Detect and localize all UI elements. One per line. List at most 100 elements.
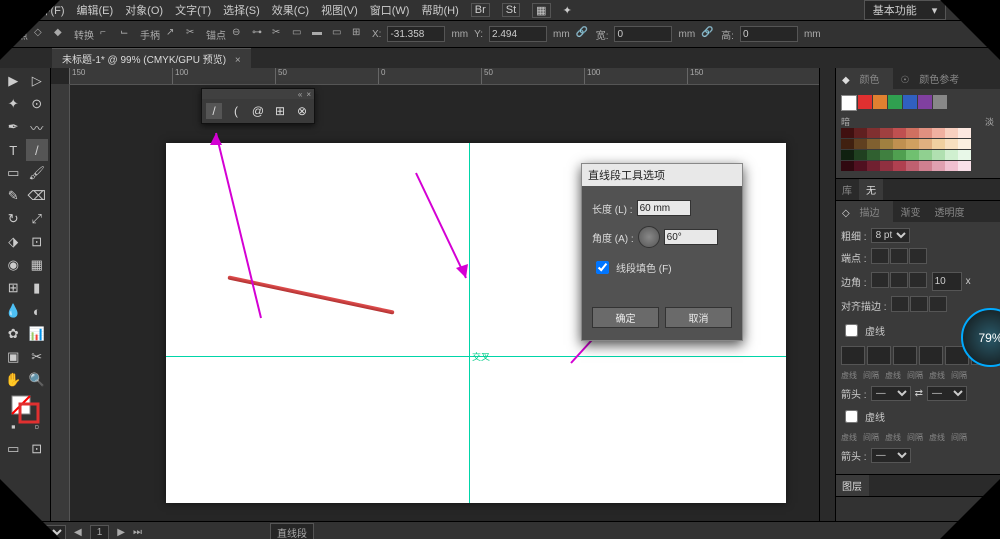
swatch[interactable]	[933, 95, 947, 109]
cap-round[interactable]	[890, 248, 908, 264]
artboard-tool[interactable]: ▣	[2, 346, 25, 368]
menu-effect[interactable]: 效果(C)	[272, 2, 309, 18]
gap-input[interactable]	[867, 346, 891, 365]
perspective-tool[interactable]: ▦	[26, 254, 49, 276]
swatch[interactable]	[858, 95, 872, 109]
ref-point-icon[interactable]: ⊞	[352, 27, 366, 41]
toolbar-icon[interactable]: ✦	[563, 4, 572, 17]
weight-select[interactable]: 8 pt	[871, 228, 910, 243]
cancel-button[interactable]: 取消	[665, 307, 732, 328]
menu-object[interactable]: 对象(O)	[125, 2, 163, 18]
mesh-tool[interactable]: ⊞	[2, 277, 25, 299]
remove-anchor-icon[interactable]: ⊖	[232, 27, 246, 41]
menu-window[interactable]: 窗口(W)	[370, 2, 410, 18]
align-center[interactable]	[891, 296, 909, 312]
handle-icon[interactable]: ↗	[166, 27, 180, 41]
library-tab[interactable]: 库	[835, 179, 859, 200]
shape-builder-tool[interactable]: ◉	[2, 254, 25, 276]
swatch[interactable]	[918, 95, 932, 109]
w-input[interactable]	[614, 26, 672, 42]
selection-tool[interactable]: ▶	[2, 70, 25, 92]
cut-path-icon[interactable]: ✂	[272, 27, 286, 41]
scale-tool[interactable]: ⤢	[26, 208, 49, 230]
cap-butt[interactable]	[871, 248, 889, 264]
align-icon[interactable]: ▭	[292, 27, 306, 41]
color-mode[interactable]: ▪	[2, 415, 25, 437]
link-icon[interactable]: 🔗	[701, 27, 715, 41]
corner-bevel[interactable]	[909, 272, 927, 288]
zoom-tool[interactable]: 🔍	[26, 369, 49, 391]
dashed-checkbox2[interactable]	[845, 409, 858, 424]
ok-button[interactable]: 确定	[592, 307, 659, 328]
type-tool[interactable]: T	[2, 139, 25, 161]
workspace-switcher[interactable]: 基本功能 ▾	[864, 0, 947, 20]
angle-dial[interactable]	[638, 226, 660, 248]
length-input[interactable]	[637, 200, 691, 216]
h-input[interactable]	[740, 26, 798, 42]
polar-grid-tool-icon[interactable]: ⊗	[294, 103, 310, 119]
direct-selection-tool[interactable]: ▷	[26, 70, 49, 92]
fill-line-checkbox[interactable]	[596, 261, 609, 274]
cap-square[interactable]	[909, 248, 927, 264]
shaper-tool[interactable]: ✎	[2, 185, 25, 207]
eyedropper-tool[interactable]: 💧	[2, 300, 25, 322]
dash-input[interactable]	[893, 346, 917, 365]
drawn-line[interactable]	[227, 275, 394, 314]
blend-tool[interactable]: ◐	[26, 300, 49, 322]
color-guide-tab[interactable]: ☉ 颜色参考	[893, 68, 973, 89]
base-color[interactable]	[841, 95, 857, 111]
link-icon[interactable]: 🔗	[576, 27, 590, 41]
angle-input[interactable]	[664, 229, 718, 245]
align-icon[interactable]: ▬	[312, 27, 326, 41]
free-transform-tool[interactable]: ⊡	[26, 231, 49, 253]
screen-mode[interactable]: ⊡	[26, 438, 49, 460]
rectangle-tool[interactable]: ▭	[2, 162, 25, 184]
eraser-tool[interactable]: ⌫	[26, 185, 49, 207]
gradient-tab[interactable]: 渐变	[893, 201, 927, 222]
arc-tool-icon[interactable]: (	[228, 103, 244, 119]
connect-icon[interactable]: ⊶	[252, 27, 266, 41]
width-tool[interactable]: ⬗	[2, 231, 25, 253]
stroke-tab[interactable]: ◇ 描边	[835, 201, 893, 222]
grid-tool-icon[interactable]: ⊞	[272, 103, 288, 119]
curvature-tool[interactable]: 〰	[26, 116, 49, 138]
last-artboard-icon[interactable]: ⏭	[133, 527, 142, 538]
menu-select[interactable]: 选择(S)	[223, 2, 260, 18]
color-mode[interactable]: ▫	[26, 415, 49, 437]
dash-input[interactable]	[841, 346, 865, 365]
corner-miter[interactable]	[871, 272, 889, 288]
miter-limit[interactable]	[932, 272, 962, 291]
convert-icon[interactable]: ⌐	[100, 27, 114, 41]
lasso-tool[interactable]: ⊙	[26, 93, 49, 115]
swatch[interactable]	[888, 95, 902, 109]
gradient-tool[interactable]: ▮	[26, 277, 49, 299]
next-artboard-icon[interactable]: ▶	[117, 527, 125, 538]
align-inside[interactable]	[910, 296, 928, 312]
align-icon[interactable]: ▭	[332, 27, 346, 41]
slice-tool[interactable]: ✂	[26, 346, 49, 368]
toolbar-icon[interactable]: St	[502, 3, 520, 17]
spiral-tool-icon[interactable]: @	[250, 103, 266, 119]
menu-view[interactable]: 视图(V)	[321, 2, 358, 18]
pen-tool[interactable]: ✒	[2, 116, 25, 138]
rotate-tool[interactable]: ↻	[2, 208, 25, 230]
line-tool-icon[interactable]: /	[206, 103, 222, 119]
dashed-checkbox[interactable]	[845, 323, 858, 338]
color-tab[interactable]: ◆ 颜色	[835, 68, 893, 89]
prev-artboard-icon[interactable]: ◀	[74, 527, 82, 538]
symbol-sprayer-tool[interactable]: ✿	[2, 323, 25, 345]
guide-vertical[interactable]	[469, 143, 470, 503]
arrow-end[interactable]: —	[927, 386, 967, 401]
gap-input[interactable]	[919, 346, 943, 365]
magic-wand-tool[interactable]: ✦	[2, 93, 25, 115]
arrow-start[interactable]: —	[871, 386, 911, 401]
none-tab[interactable]: 无	[859, 179, 883, 200]
line-tool-flyout[interactable]: «× / ( @ ⊞ ⊗	[201, 88, 315, 124]
hand-tool[interactable]: ✋	[2, 369, 25, 391]
menu-edit[interactable]: 编辑(E)	[77, 2, 114, 18]
flyout-close-icon[interactable]: ×	[306, 90, 311, 98]
transparency-tab[interactable]: 透明度	[927, 201, 971, 222]
swap-arrow-icon[interactable]: ⇄	[915, 388, 923, 399]
arrow-start2[interactable]: —	[871, 448, 911, 463]
y-input[interactable]	[489, 26, 547, 42]
